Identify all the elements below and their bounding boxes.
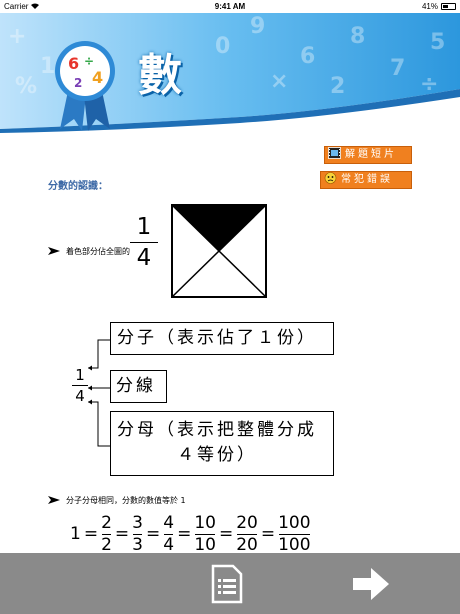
battery-percent: 41%: [421, 2, 438, 11]
fraction-numerator: 1: [136, 214, 152, 240]
common-mistakes-label: 常犯錯誤: [341, 174, 393, 185]
svg-text:0: 0: [215, 34, 230, 59]
header-banner: +1 0 968 7 5 × 2 ÷% 6 ÷ 4 2 數: [0, 13, 460, 133]
fraction-denominator: 4: [136, 245, 152, 271]
bottom-toolbar: [0, 553, 460, 614]
equals-sign: =: [83, 524, 99, 544]
equals-sign: =: [177, 524, 192, 544]
worried-face-icon: [324, 172, 337, 184]
diagram-fraction-denominator: 4: [75, 387, 85, 405]
equation-numerator: 100: [278, 512, 311, 533]
svg-text:+: +: [8, 24, 26, 49]
equals-sign: =: [114, 524, 130, 544]
svg-text:2: 2: [74, 76, 82, 90]
clock: 9:41 AM: [214, 2, 246, 11]
shaded-square-figure: [171, 204, 267, 302]
battery-icon: [441, 3, 456, 10]
bullet-arrow-icon: [48, 496, 60, 504]
denominator-label-line2: ４等份）: [177, 445, 257, 465]
svg-text:÷: ÷: [84, 54, 94, 68]
status-bar: Carrier 9:41 AM 41%: [0, 0, 460, 13]
diagram-fraction-numerator: 1: [75, 366, 85, 384]
equation-numerator: 10: [194, 512, 216, 533]
equation-fraction: 22: [101, 513, 112, 556]
equation-fraction: 20 20: [236, 513, 258, 556]
section-title: 分數的認識：: [48, 181, 108, 192]
bullet-shaded-part: 着色部分佔全圖的: [48, 246, 130, 257]
equals-sign: =: [260, 524, 276, 544]
film-icon: [328, 147, 341, 159]
svg-text:4: 4: [92, 68, 103, 87]
common-mistakes-button[interactable]: 常犯錯誤: [320, 171, 412, 189]
equation-lead: 1: [70, 524, 81, 544]
equation-fraction: 100 100: [278, 513, 310, 556]
svg-text:7: 7: [390, 56, 405, 81]
svg-text:9: 9: [250, 14, 265, 39]
svg-text:8: 8: [350, 24, 365, 49]
svg-text:6: 6: [68, 54, 79, 73]
solution-video-label: 解題短片: [345, 149, 397, 160]
math-numbers-rosette-icon: 6 ÷ 4 2: [50, 33, 120, 133]
next-arrow-icon[interactable]: [353, 568, 389, 600]
solution-video-button[interactable]: 解題短片: [324, 146, 412, 164]
denominator-label-line1: 分母（表示把整體分成: [117, 420, 317, 440]
equation-numerator: 3: [132, 512, 143, 533]
equation-fraction: 33: [132, 513, 143, 556]
svg-text:%: %: [15, 74, 37, 99]
equals-sign: =: [145, 524, 161, 544]
page-title: 數: [138, 50, 182, 101]
document-list-icon[interactable]: [211, 564, 243, 604]
bullet-equal-text: 分子分母相同，分數的數值等於 1: [66, 496, 186, 505]
diagram-fraction: 1 4: [72, 365, 88, 406]
bullet-arrow-icon: [48, 247, 60, 255]
svg-text:×: ×: [270, 69, 288, 94]
svg-text:6: 6: [300, 44, 315, 69]
fraction-one-quarter: 1 4: [130, 212, 158, 273]
svg-text:÷: ÷: [420, 72, 438, 97]
svg-text:2: 2: [330, 74, 345, 99]
svg-text:5: 5: [430, 30, 445, 55]
bullet-shaded-text: 着色部分佔全圖的: [66, 247, 130, 256]
diagram-connector-lines: [84, 330, 112, 464]
equivalent-fractions-equation: 1 = 2 2 = 3 3 = 4 4 = 10 10 = 20 20 = 100 100: [70, 512, 311, 556]
equation-numerator: 4: [163, 512, 175, 533]
equation-fraction: 44: [163, 513, 174, 556]
fraction-line-label-box: 分線: [110, 370, 167, 403]
numerator-label-box: 分子（表示佔了１份）: [110, 322, 334, 355]
bullet-equal-parts: 分子分母相同，分數的數值等於 1: [48, 495, 186, 506]
equation-numerator: 20: [236, 512, 258, 533]
equals-sign: =: [218, 524, 234, 544]
equation-fraction: 10 10: [194, 513, 216, 556]
equation-numerator: 2: [101, 512, 112, 533]
denominator-label-box: 分母（表示把整體分成 ４等份）: [110, 411, 334, 476]
